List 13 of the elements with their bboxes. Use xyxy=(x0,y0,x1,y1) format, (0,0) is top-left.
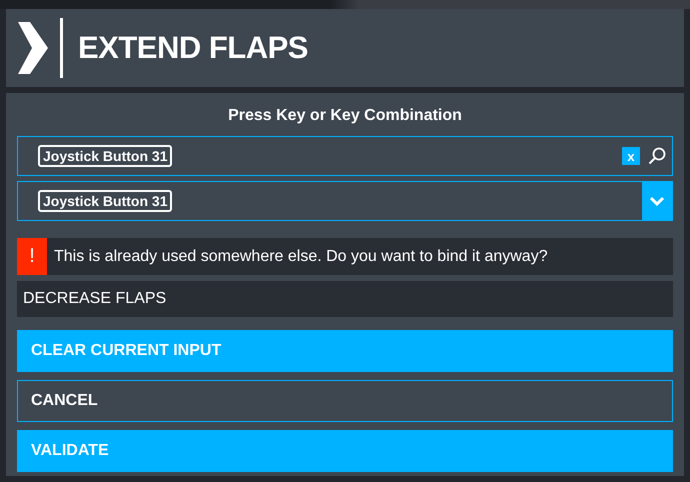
key-chip: Joystick Button 31 xyxy=(38,145,172,167)
input-field[interactable]: Joystick Button 31 x xyxy=(17,136,673,176)
key-chip: Joystick Button 31 xyxy=(38,190,172,212)
prompt-text: Press Key or Key Combination xyxy=(228,107,462,125)
window-title: EXTEND FLAPS xyxy=(78,30,308,66)
chevron-down-icon xyxy=(649,195,665,207)
chevron-logo-icon xyxy=(18,18,66,78)
search-icon[interactable] xyxy=(648,147,666,165)
action-button[interactable]: CANCEL xyxy=(17,380,673,422)
warning-message: This is already used somewhere else. Do you want to bind it anyway? xyxy=(54,248,548,266)
warning-icon: ! xyxy=(17,238,47,275)
dropdown[interactable]: Joystick Button 31 xyxy=(17,181,673,221)
conflict-action: DECREASE FLAPS xyxy=(17,281,673,317)
